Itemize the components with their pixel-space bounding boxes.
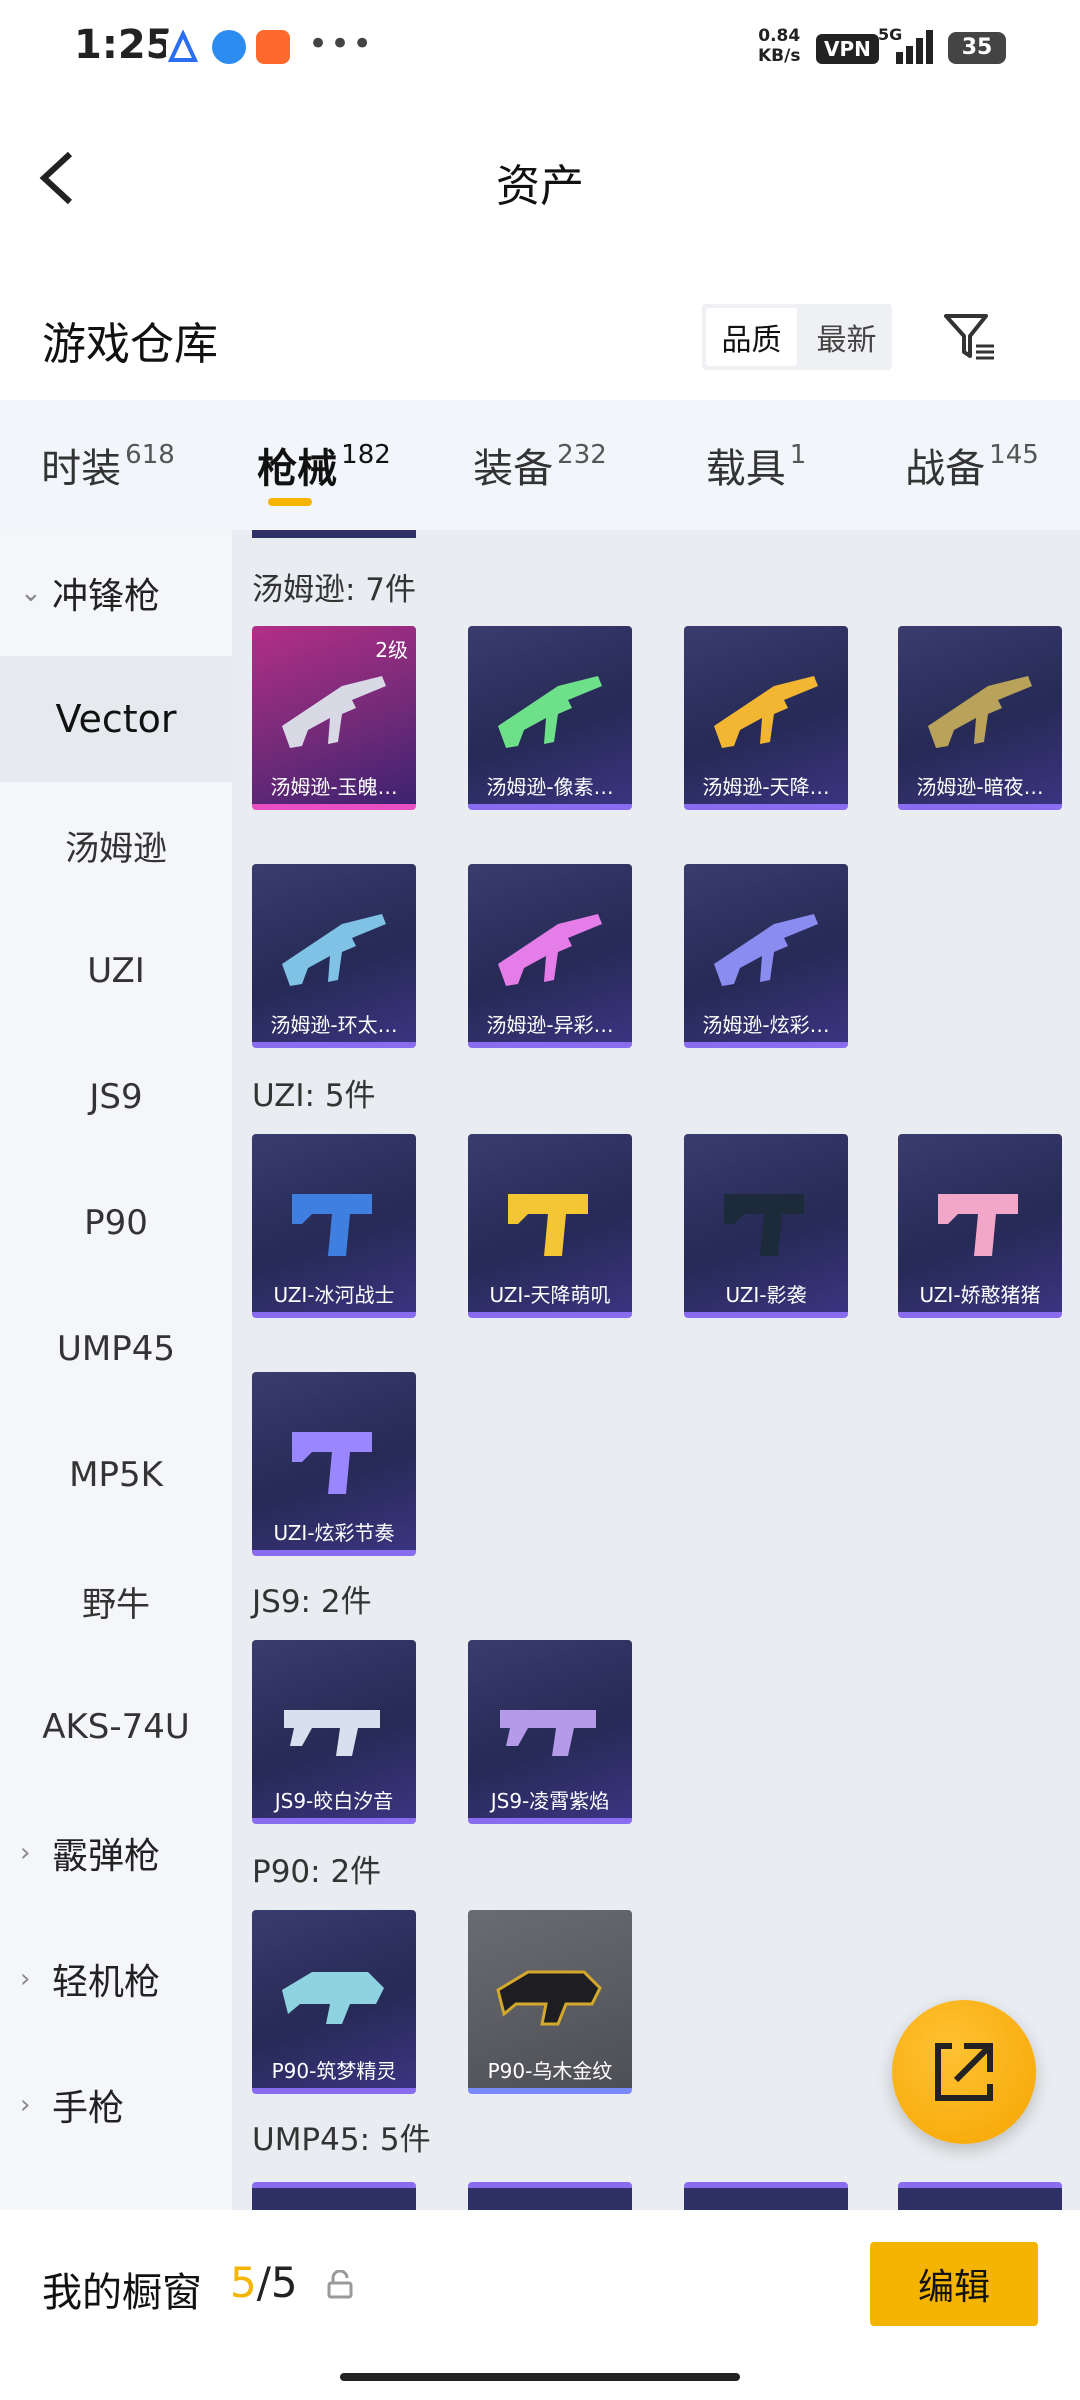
status-time: 1:25: [74, 22, 174, 68]
app-notification-icon: [166, 29, 200, 64]
sidebar-category-shotgun[interactable]: › 霰弹枪: [0, 1790, 232, 1916]
edit-button[interactable]: 编辑: [870, 2242, 1038, 2326]
group-label-thompson: 汤姆逊: 7件: [252, 572, 417, 608]
sidebar-category-smg[interactable]: ⌄ 冲锋枪: [0, 530, 232, 656]
gun-skin-icon: [938, 1194, 1018, 1256]
weapon-card[interactable]: 汤姆逊-暗夜…: [898, 626, 1062, 810]
group-label-js9: JS9: 2件: [252, 1584, 372, 1620]
home-indicator[interactable]: [340, 2373, 740, 2381]
more-notifications-icon: •••: [308, 24, 375, 64]
group-label-uzi: UZI: 5件: [252, 1078, 376, 1114]
gun-skin-icon: [292, 1194, 372, 1256]
gun-skin-icon: [282, 676, 386, 748]
weapon-card[interactable]: P90-乌木金纹: [468, 1910, 632, 2094]
sort-toggle: 品质 最新: [702, 304, 892, 370]
gun-skin-icon: [282, 1972, 384, 2024]
sidebar-item-vector[interactable]: Vector: [0, 656, 232, 782]
sidebar-item-aks74u[interactable]: AKS-74U: [0, 1664, 232, 1790]
status-bar: 1:25 ••• 0.84 KB/s VPN 5G 35: [0, 0, 1080, 100]
page-title: 资产: [496, 161, 584, 212]
sidebar-item-uzi[interactable]: UZI: [0, 908, 232, 1034]
weapon-card[interactable]: UZI-冰河战士: [252, 1134, 416, 1318]
weapon-card[interactable]: JS9-皎白汐音: [252, 1640, 416, 1824]
weapon-card[interactable]: 汤姆逊-炫彩…: [684, 864, 848, 1048]
sidebar-item-thompson[interactable]: 汤姆逊: [0, 782, 232, 908]
active-tab-indicator: [268, 498, 312, 506]
gun-skin-icon: [714, 914, 818, 986]
gun-skin-icon: [498, 914, 602, 986]
group-label-ump45: UMP45: 5件: [252, 2122, 431, 2158]
warehouse-header: 游戏仓库 品质 最新: [0, 280, 1080, 400]
tab-weapons[interactable]: 枪械 182: [216, 400, 432, 530]
filter-icon: [944, 314, 994, 360]
weapon-card[interactable]: 汤姆逊-异彩…: [468, 864, 632, 1048]
gun-skin-icon: [724, 1194, 804, 1256]
sidebar-item-p90[interactable]: P90: [0, 1160, 232, 1286]
network-label: 5G: [878, 26, 902, 44]
weapon-card-partial[interactable]: [468, 2182, 632, 2210]
signal-icon: 5G: [876, 25, 938, 66]
gun-skin-icon: [292, 1432, 372, 1494]
gun-skin-icon: [284, 1710, 380, 1756]
weapon-card[interactable]: 汤姆逊-天降…: [684, 626, 848, 810]
external-link-icon: [935, 2043, 993, 2101]
sidebar-category-lmg[interactable]: › 轻机枪: [0, 1916, 232, 2042]
showcase-label: 我的橱窗: [42, 2270, 202, 2316]
gun-skin-icon: [508, 1194, 588, 1256]
sidebar-item-mp5k[interactable]: MP5K: [0, 1412, 232, 1538]
browser-notification-icon: [212, 30, 246, 64]
sidebar-item-ump45[interactable]: UMP45: [0, 1286, 232, 1412]
gun-skin-icon: [498, 676, 602, 748]
weapon-card[interactable]: 汤姆逊-环太…: [252, 864, 416, 1048]
battery-icon: 35: [948, 32, 1006, 64]
gun-skin-icon: [714, 676, 818, 748]
category-tabs: 时装 618 枪械 182 装备 232 载具 1 战备 145: [0, 400, 1080, 530]
weapon-card-partial[interactable]: [898, 2182, 1062, 2210]
gun-skin-icon: [282, 914, 386, 986]
showcase-bar: 我的橱窗 5/5 编辑: [0, 2210, 1080, 2400]
chevron-right-icon: ›: [20, 2090, 31, 2120]
sidebar-category-pistol[interactable]: › 手枪: [0, 2042, 232, 2168]
weapon-card[interactable]: UZI-影袭: [684, 1134, 848, 1318]
weapon-card-partial[interactable]: [684, 2182, 848, 2210]
weapon-card[interactable]: UZI-娇憨猪猪: [898, 1134, 1062, 1318]
weapon-card[interactable]: JS9-凌霄紫焰: [468, 1640, 632, 1824]
weapon-card[interactable]: 2级 汤姆逊-玉魄…: [252, 626, 416, 810]
weapon-card[interactable]: P90-筑梦精灵: [252, 1910, 416, 2094]
chevron-right-icon: ›: [20, 1838, 31, 1868]
section-title: 游戏仓库: [42, 319, 218, 370]
weapon-type-sidebar: ⌄ 冲锋枪 Vector 汤姆逊 UZI JS9 P90 UMP45 MP5K …: [0, 530, 232, 2210]
filter-button[interactable]: [940, 306, 1000, 366]
weapon-card-partial[interactable]: [252, 2182, 416, 2210]
chevron-down-icon: ⌄: [20, 578, 42, 608]
tab-fashion[interactable]: 时装 618: [0, 400, 216, 530]
tab-combat-gear[interactable]: 战备 145: [864, 400, 1080, 530]
gun-skin-icon: [496, 1970, 602, 2026]
top-app-bar: 资产: [0, 110, 1080, 240]
network-speed: 0.84 KB/s: [758, 26, 801, 66]
weapon-grid: 汤姆逊: 7件 2级 汤姆逊-玉魄… 汤姆逊-像素… 汤姆逊-天降… 汤姆逊-暗…: [232, 530, 1080, 2210]
sidebar-item-bizon[interactable]: 野牛: [0, 1538, 232, 1664]
tab-equipment[interactable]: 装备 232: [432, 400, 648, 530]
gun-skin-icon: [500, 1710, 596, 1756]
showcase-count: 5/5: [230, 2258, 298, 2307]
group-label-p90: P90: 2件: [252, 1854, 382, 1890]
weapon-card[interactable]: UZI-炫彩节奏: [252, 1372, 416, 1556]
weapon-card[interactable]: 汤姆逊-像素…: [468, 626, 632, 810]
chevron-right-icon: ›: [20, 1964, 31, 1994]
vpn-badge: VPN: [816, 34, 879, 64]
sidebar-item-js9[interactable]: JS9: [0, 1034, 232, 1160]
gun-skin-icon: [928, 676, 1032, 748]
weapon-card[interactable]: UZI-天降萌叽: [468, 1134, 632, 1318]
share-fab-button[interactable]: [892, 2000, 1036, 2144]
lock-icon: [327, 2270, 353, 2299]
weapon-card-partial[interactable]: [252, 530, 416, 538]
sort-newest-button[interactable]: 最新: [801, 304, 892, 370]
tab-vehicles[interactable]: 载具 1: [648, 400, 864, 530]
sort-quality-button[interactable]: 品质: [706, 308, 797, 366]
shopping-notification-icon: [256, 30, 290, 64]
